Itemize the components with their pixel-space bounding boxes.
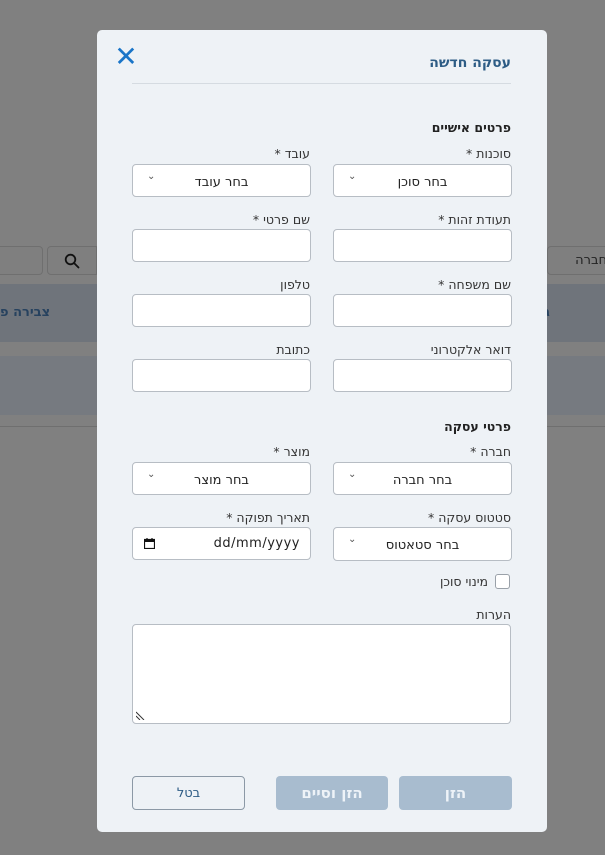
product-label: מוצר * — [273, 444, 310, 459]
chevron-down-icon: ⌄ — [147, 469, 156, 480]
last-name-input[interactable] — [333, 294, 512, 327]
agent-appointment-label: מינוי סוכן — [440, 574, 488, 589]
agent-appointment-checkbox[interactable] — [495, 574, 510, 589]
id-number-input[interactable] — [333, 229, 512, 262]
employee-label: עובד * — [274, 146, 310, 161]
address-label: כתובת — [276, 342, 310, 357]
deal-details-heading: פרטי עסקה — [444, 419, 511, 434]
save-and-finish-button[interactable]: הזן וסיים — [276, 776, 388, 810]
first-name-label: שם פרטי * — [252, 212, 310, 227]
company-label: חברה * — [470, 444, 511, 459]
agents-label: סוכנות * — [466, 146, 511, 161]
company-select-value: בחר חברה — [392, 473, 453, 488]
cancel-button[interactable]: בטל — [132, 776, 245, 810]
email-label: דואר אלקטרוני — [430, 342, 511, 357]
notes-textarea[interactable] — [132, 624, 511, 724]
chevron-down-icon: ⌄ — [348, 534, 357, 545]
address-input[interactable] — [132, 359, 311, 392]
last-name-label: שם משפחה * — [438, 277, 511, 292]
date-input-value: dd/mm/yyyy — [213, 536, 300, 551]
deal-status-label: סטטוס עסקה * — [427, 510, 511, 525]
chevron-down-icon: ⌄ — [147, 171, 156, 182]
email-input[interactable] — [333, 359, 512, 392]
phone-input[interactable] — [132, 294, 311, 327]
deal-status-select-value: בחר סטאטוס — [385, 538, 460, 553]
search-icon — [64, 253, 80, 268]
chevron-down-icon: ⌄ — [348, 469, 357, 480]
bg-search-button — [47, 246, 97, 275]
product-select-value: בחר מוצר — [194, 473, 249, 488]
bg-header-cell: צבירה פ — [0, 305, 51, 320]
company-select[interactable]: בחר חברה ⌄ — [333, 462, 512, 495]
employee-select-value: בחר עובד — [194, 175, 249, 190]
title-divider — [132, 83, 511, 84]
chevron-down-icon: ⌄ — [348, 171, 357, 182]
agents-select-value: בחר סוכן — [397, 175, 448, 190]
modal-title: עסקה חדשה — [429, 55, 511, 71]
bg-company-filter: חברה — [547, 246, 605, 275]
notes-label: הערות — [476, 607, 511, 622]
first-name-input[interactable] — [132, 229, 311, 262]
personal-details-heading: פרטים אישיים — [431, 120, 511, 135]
resize-handle-icon[interactable] — [136, 710, 146, 720]
id-number-label: תעודת זהות * — [438, 212, 511, 227]
product-select[interactable]: בחר מוצר ⌄ — [132, 462, 311, 495]
phone-label: טלפון — [280, 277, 310, 292]
employee-select[interactable]: בחר עובד ⌄ — [132, 164, 311, 197]
production-date-input[interactable]: dd/mm/yyyy — [132, 527, 311, 560]
calendar-icon[interactable] — [144, 538, 155, 549]
bg-search-input — [0, 246, 43, 275]
deal-status-select[interactable]: בחר סטאטוס ⌄ — [333, 527, 512, 561]
new-deal-modal: ✕ עסקה חדשה פרטים אישיים סוכנות * עובד *… — [97, 30, 547, 832]
agents-select[interactable]: בחר סוכן ⌄ — [333, 164, 512, 197]
save-button[interactable]: הזן — [399, 776, 512, 810]
close-icon[interactable]: ✕ — [114, 43, 138, 71]
production-date-label: תאריך תפוקה * — [226, 510, 310, 525]
